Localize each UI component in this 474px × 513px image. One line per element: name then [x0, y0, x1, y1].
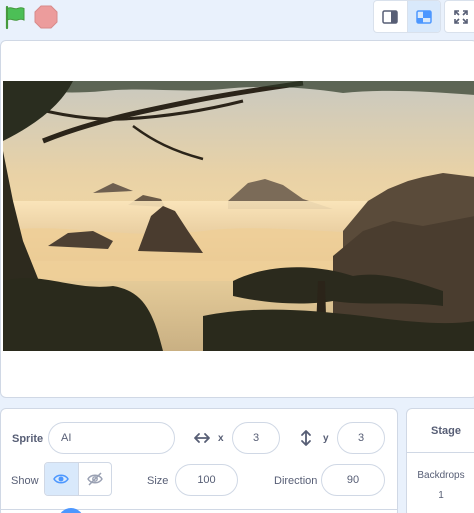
backdrop-image — [3, 81, 474, 351]
stage-panel-title: Stage — [407, 409, 474, 453]
direction-input[interactable]: 90 — [321, 464, 385, 496]
hide-sprite-button[interactable] — [77, 463, 111, 495]
sprite-name-input[interactable]: AI — [48, 422, 175, 454]
visibility-toggle — [44, 462, 112, 496]
sprite-label: Sprite — [12, 433, 44, 445]
show-sprite-button[interactable] — [45, 463, 78, 495]
stop-sign-icon[interactable] — [34, 5, 58, 29]
sprite-list-divider — [0, 509, 398, 510]
y-position-input[interactable]: 3 — [337, 422, 385, 454]
backdrops-label: Backdrops — [417, 470, 465, 481]
stage-canvas[interactable] — [0, 40, 474, 398]
stage-toolbar — [0, 0, 474, 38]
x-position-icon — [194, 433, 210, 443]
stage-target-panel[interactable]: Stage Backdrops 1 — [406, 408, 474, 513]
x-label: x — [218, 433, 224, 444]
stage-size-toggle — [373, 0, 441, 33]
size-input[interactable]: 100 — [175, 464, 238, 496]
eye-icon — [53, 474, 70, 484]
backdrops-count: 1 — [438, 490, 444, 501]
show-label: Show — [11, 475, 39, 487]
direction-label: Direction — [274, 475, 318, 487]
normal-stage-icon — [416, 9, 432, 24]
x-position-input[interactable]: 3 — [232, 422, 280, 454]
small-stage-button[interactable] — [374, 1, 407, 32]
fullscreen-icon — [454, 9, 468, 24]
y-position-icon — [301, 430, 311, 446]
y-label: y — [323, 433, 329, 444]
fullscreen-button[interactable] — [444, 0, 474, 33]
size-label: Size — [147, 475, 169, 487]
green-flag-icon[interactable] — [2, 4, 28, 30]
eye-slash-icon — [87, 472, 103, 486]
normal-stage-button[interactable] — [406, 1, 440, 32]
small-stage-icon — [382, 9, 399, 24]
